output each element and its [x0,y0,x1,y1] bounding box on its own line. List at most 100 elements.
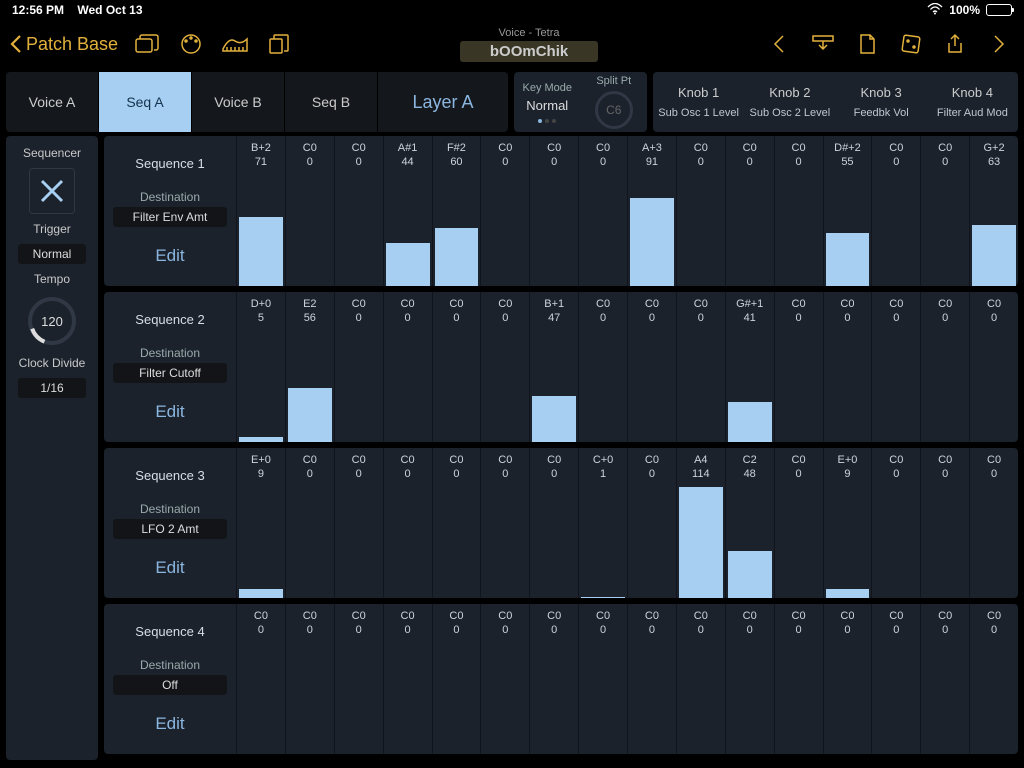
tab-voice-b[interactable]: Voice B [192,72,285,132]
step-2[interactable]: C00 [285,448,334,598]
step-8[interactable]: C00 [578,136,627,286]
step-9[interactable]: C00 [627,448,676,598]
dest-value[interactable]: Filter Cutoff [113,363,227,383]
share-icon[interactable] [940,29,970,59]
piano-icon[interactable] [220,29,250,59]
tab-voice-a[interactable]: Voice A [6,72,99,132]
patch-name[interactable]: bOOmChik [460,41,598,62]
dest-value[interactable]: Off [113,675,227,695]
step-9[interactable]: C00 [627,604,676,754]
step-6[interactable]: C00 [480,136,529,286]
step-7[interactable]: C00 [529,604,578,754]
step-6[interactable]: C00 [480,604,529,754]
tab-seq-a[interactable]: Seq A [99,72,192,132]
step-9[interactable]: C00 [627,292,676,442]
step-11[interactable]: G#+141 [725,292,774,442]
step-3[interactable]: C00 [334,292,383,442]
knob-2[interactable]: Knob 2Sub Osc 2 Level [744,85,835,119]
step-7[interactable]: C00 [529,136,578,286]
step-13[interactable]: C00 [823,604,872,754]
step-10[interactable]: C00 [676,604,725,754]
step-11[interactable]: C248 [725,448,774,598]
step-8[interactable]: C00 [578,604,627,754]
step-2[interactable]: C00 [285,136,334,286]
tab-layer[interactable]: Layer A [378,72,508,132]
clock-value[interactable]: 1/16 [18,378,86,398]
step-label: A#144 [384,136,432,170]
step-15[interactable]: C00 [920,292,969,442]
edit-button[interactable]: Edit [155,714,184,734]
step-10[interactable]: A4114 [676,448,725,598]
new-file-icon[interactable] [852,29,882,59]
edit-button[interactable]: Edit [155,246,184,266]
step-16[interactable]: C00 [969,604,1018,754]
step-14[interactable]: C00 [871,292,920,442]
step-16[interactable]: C00 [969,292,1018,442]
step-15[interactable]: C00 [920,604,969,754]
copy-icon[interactable] [264,29,294,59]
step-1[interactable]: C00 [236,604,285,754]
step-14[interactable]: C00 [871,604,920,754]
step-12[interactable]: C00 [774,292,823,442]
step-10[interactable]: C00 [676,136,725,286]
step-5[interactable]: C00 [432,604,481,754]
trigger-value[interactable]: Normal [18,244,86,264]
step-12[interactable]: C00 [774,136,823,286]
step-7[interactable]: B+147 [529,292,578,442]
step-4[interactable]: C00 [383,604,432,754]
step-4[interactable]: C00 [383,448,432,598]
step-13[interactable]: D#+255 [823,136,872,286]
knob-1[interactable]: Knob 1Sub Osc 1 Level [653,85,744,119]
step-1[interactable]: B+271 [236,136,285,286]
step-6[interactable]: C00 [480,448,529,598]
step-2[interactable]: E256 [285,292,334,442]
step-13[interactable]: E+09 [823,448,872,598]
step-14[interactable]: C00 [871,448,920,598]
step-5[interactable]: C00 [432,448,481,598]
step-3[interactable]: C00 [334,136,383,286]
step-label: A+391 [628,136,676,170]
step-4[interactable]: A#144 [383,136,432,286]
step-12[interactable]: C00 [774,604,823,754]
windows-icon[interactable] [132,29,162,59]
step-11[interactable]: C00 [725,136,774,286]
dest-value[interactable]: Filter Env Amt [113,207,227,227]
step-5[interactable]: C00 [432,292,481,442]
step-3[interactable]: C00 [334,604,383,754]
edit-button[interactable]: Edit [155,558,184,578]
step-1[interactable]: D+05 [236,292,285,442]
prev-icon[interactable] [764,29,794,59]
step-11[interactable]: C00 [725,604,774,754]
knob-4[interactable]: Knob 4Filter Aud Mod [927,85,1018,119]
back-button[interactable]: Patch Base [10,34,118,55]
step-14[interactable]: C00 [871,136,920,286]
palette-icon[interactable] [176,29,206,59]
step-8[interactable]: C+01 [578,448,627,598]
step-7[interactable]: C00 [529,448,578,598]
step-15[interactable]: C00 [920,448,969,598]
step-3[interactable]: C00 [334,448,383,598]
knob-3[interactable]: Knob 3Feedbk Vol [836,85,927,119]
step-16[interactable]: C00 [969,448,1018,598]
step-10[interactable]: C00 [676,292,725,442]
step-2[interactable]: C00 [285,604,334,754]
step-16[interactable]: G+263 [969,136,1018,286]
tempo-dial[interactable]: 120 [25,294,79,348]
step-12[interactable]: C00 [774,448,823,598]
next-icon[interactable] [984,29,1014,59]
step-8[interactable]: C00 [578,292,627,442]
dice-icon[interactable] [896,29,926,59]
step-4[interactable]: C00 [383,292,432,442]
step-1[interactable]: E+09 [236,448,285,598]
edit-button[interactable]: Edit [155,402,184,422]
tab-seq-b[interactable]: Seq B [285,72,378,132]
step-15[interactable]: C00 [920,136,969,286]
step-9[interactable]: A+391 [627,136,676,286]
step-6[interactable]: C00 [480,292,529,442]
step-13[interactable]: C00 [823,292,872,442]
step-5[interactable]: F#260 [432,136,481,286]
sequencer-toggle[interactable] [29,168,75,214]
keymode-col[interactable]: Key Mode Normal [514,82,581,123]
download-icon[interactable] [808,29,838,59]
dest-value[interactable]: LFO 2 Amt [113,519,227,539]
